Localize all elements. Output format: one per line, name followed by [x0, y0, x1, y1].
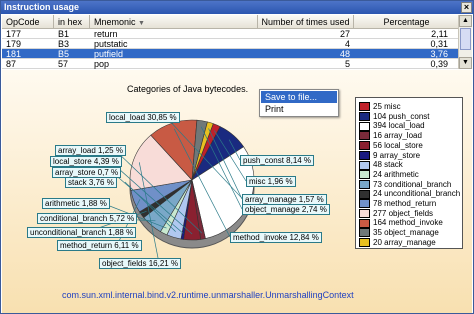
legend-label: 24 arithmetic: [373, 169, 419, 179]
table-cell-hex: 57: [58, 59, 69, 69]
table-cell-mnemonic: putfield: [94, 49, 124, 59]
table-cell-pct: 0,39: [430, 59, 448, 69]
column-header-label: Percentage: [383, 17, 430, 27]
legend-label: 24 unconditional_branch: [373, 189, 461, 199]
legend-label: 164 method_invoke: [373, 218, 443, 228]
table-cell-opcode: 179: [6, 39, 22, 49]
table-cell-pct: 2,11: [431, 29, 448, 39]
slice-label-object-manage: object_manage 2,74 %: [242, 204, 330, 215]
slice-label-object-fields: object_fields 16,21 %: [99, 258, 182, 269]
legend-label: 394 local_load: [373, 121, 425, 131]
column-header-label: in hex: [58, 17, 83, 27]
legend-swatch: [359, 238, 370, 248]
column-header-opcode[interactable]: OpCode: [2, 15, 54, 29]
slice-label-local-store: local_store 4,39 %: [50, 156, 122, 167]
legend-label: 9 array_store: [373, 150, 421, 160]
close-icon[interactable]: ×: [461, 2, 472, 13]
instruction-usage-window: Instruction usage × OpCode in hex Mnemon…: [0, 0, 474, 314]
table-cell-hex: B5: [58, 49, 70, 59]
slice-label-unconditional-branch: unconditional_branch 1,88 %: [27, 227, 137, 238]
legend-label: 277 object_fields: [373, 208, 434, 218]
chart-footer-class-name: com.sun.xml.internal.bind.v2.runtime.unm…: [62, 290, 354, 300]
column-header-label: OpCode: [6, 17, 40, 27]
legend-label: 48 stack: [373, 160, 403, 170]
table-cell-opcode: 87: [6, 59, 17, 69]
scroll-thumb[interactable]: [460, 28, 471, 50]
table-row[interactable]: 87 57 pop 5 0,39: [2, 59, 460, 69]
window-title: Instruction usage: [4, 2, 80, 12]
column-header-count[interactable]: Number of times used: [258, 15, 354, 29]
table-cell-pct: 0,31: [430, 39, 448, 49]
table-cell-hex: B1: [58, 29, 70, 39]
slice-label-arithmetic: arithmetic 1,88 %: [42, 198, 110, 209]
table-cell-count: 5: [344, 59, 350, 69]
instruction-table: OpCode in hex Mnemonic ▼ Number of times…: [2, 15, 460, 69]
table-row[interactable]: 177 B1 return 27 2,11: [2, 29, 460, 39]
slice-label-conditional-branch: conditional_branch 5,72 %: [37, 213, 138, 224]
chart-panel[interactable]: Categories of Java bytecodes. misc 1,96 …: [2, 70, 472, 313]
menu-item-print[interactable]: Print: [261, 103, 337, 115]
slice-label-misc: misc 1,96 %: [246, 176, 296, 187]
column-header-mnemonic[interactable]: Mnemonic ▼: [90, 15, 258, 29]
scroll-down-icon[interactable]: ▼: [459, 57, 472, 69]
legend-label: 78 method_return: [373, 199, 437, 208]
chart-legend: 25 misc 104 push_const 394 local_load 16 ar…: [355, 97, 463, 249]
table-cell-opcode: 177: [6, 29, 22, 39]
legend-label: 104 push_const: [373, 111, 430, 121]
slice-label-method-invoke: method_invoke 12,84 %: [230, 232, 322, 243]
legend-label: 35 object_manage: [373, 228, 439, 238]
table-cell-count: 48: [339, 49, 350, 59]
scroll-up-icon[interactable]: ▲: [459, 15, 472, 27]
context-menu: Save to file... Print: [259, 89, 339, 117]
slice-label-local-load: local_load 30,85 %: [106, 112, 180, 123]
column-header-percentage[interactable]: Percentage: [354, 15, 460, 29]
table-cell-hex: B3: [58, 39, 70, 49]
table-cell-mnemonic: return: [94, 29, 118, 39]
column-header-label: Mnemonic: [94, 17, 136, 27]
sort-descending-icon: ▼: [138, 20, 145, 27]
title-bar[interactable]: Instruction usage ×: [1, 1, 473, 14]
legend-label: 20 array_manage: [373, 237, 436, 247]
legend-label: 73 conditional_branch: [373, 179, 452, 189]
table-cell-mnemonic: putstatic: [94, 39, 128, 49]
table-row[interactable]: 179 B3 putstatic 4 0,31: [2, 39, 460, 49]
slice-label-array-load: array_load 1,25 %: [55, 145, 126, 156]
legend-label: 16 array_load: [373, 131, 422, 141]
table-cell-mnemonic: pop: [94, 59, 110, 69]
table-cell-opcode: 181: [6, 49, 22, 59]
slice-label-array-manage: array_manage 1,57 %: [242, 194, 327, 205]
column-header-hex[interactable]: in hex: [54, 15, 90, 29]
legend-item: 20 array_manage: [359, 237, 436, 248]
slice-label-method-return: method_return 6,11 %: [57, 240, 142, 251]
legend-label: 56 local_store: [373, 140, 423, 150]
slice-label-push-const: push_const 8,14 %: [240, 155, 315, 166]
table-cell-pct: 3,76: [430, 49, 448, 59]
table-cell-count: 27: [339, 29, 350, 39]
column-header-label: Number of times used: [261, 17, 350, 27]
table-cell-count: 4: [344, 39, 350, 49]
menu-item-save-to-file[interactable]: Save to file...: [261, 91, 337, 103]
table-scrollbar[interactable]: ▲ ▼: [458, 15, 472, 69]
table-row[interactable]: 181 B5 putfield 48 3,76: [2, 49, 460, 59]
slice-label-stack: stack 3,76 %: [65, 177, 117, 188]
legend-label: 25 misc: [373, 102, 401, 111]
